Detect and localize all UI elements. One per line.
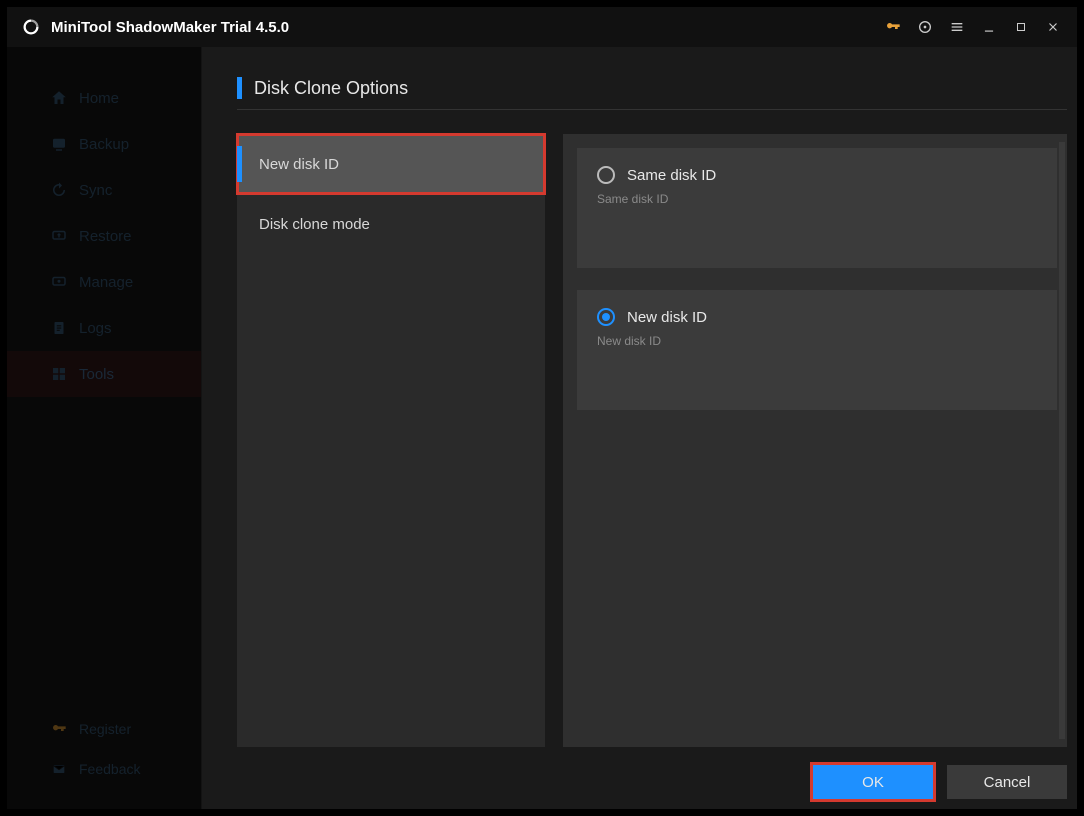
option-label: Disk clone mode xyxy=(259,216,370,233)
titlebar: MiniTool ShadowMaker Trial 4.5.0 xyxy=(7,7,1077,47)
sidebar: Home Backup Sync xyxy=(7,47,202,809)
content-area: Disk Clone Options New disk ID Disk clon… xyxy=(202,47,1077,809)
close-button[interactable] xyxy=(1037,11,1069,43)
dialog-title: Disk Clone Options xyxy=(254,78,408,99)
sidebar-item-label: Logs xyxy=(79,320,112,337)
dialog-footer: OK Cancel xyxy=(237,747,1067,799)
restore-icon xyxy=(49,226,69,246)
sidebar-bottom: Register Feedback xyxy=(7,709,201,809)
sidebar-item-tools[interactable]: Tools xyxy=(7,351,201,397)
logs-icon xyxy=(49,318,69,338)
backup-icon xyxy=(49,134,69,154)
header-accent-bar xyxy=(237,77,242,99)
disk-clone-options-dialog: Disk Clone Options New disk ID Disk clon… xyxy=(237,77,1067,799)
sync-icon xyxy=(49,180,69,200)
sidebar-item-label: Home xyxy=(79,90,119,107)
sidebar-item-label: Restore xyxy=(79,228,132,245)
option-disk-clone-mode[interactable]: Disk clone mode xyxy=(237,194,545,254)
manage-icon xyxy=(49,272,69,292)
cancel-button[interactable]: Cancel xyxy=(947,765,1067,799)
sidebar-item-backup[interactable]: Backup xyxy=(7,121,201,167)
sidebar-item-label: Tools xyxy=(79,366,114,383)
dialog-body: New disk ID Disk clone mode Sa xyxy=(237,134,1067,747)
ok-button[interactable]: OK xyxy=(813,765,933,799)
minimize-button[interactable] xyxy=(973,11,1005,43)
radio-card-same-disk-id[interactable]: Same disk ID Same disk ID xyxy=(577,148,1057,268)
sidebar-item-label: Register xyxy=(79,721,131,737)
radio-icon[interactable] xyxy=(597,166,615,184)
radio-label: Same disk ID xyxy=(627,167,716,184)
app-logo-icon xyxy=(21,17,41,37)
disk-icon[interactable] xyxy=(909,11,941,43)
radio-label: New disk ID xyxy=(627,309,707,326)
sidebar-item-register[interactable]: Register xyxy=(7,709,201,749)
radio-icon[interactable] xyxy=(597,308,615,326)
mail-icon xyxy=(49,759,69,779)
tools-icon xyxy=(49,364,69,384)
option-list: New disk ID Disk clone mode xyxy=(237,134,545,747)
key-icon xyxy=(49,719,69,739)
sidebar-item-restore[interactable]: Restore xyxy=(7,213,201,259)
option-new-disk-id[interactable]: New disk ID xyxy=(237,134,545,194)
sidebar-item-label: Feedback xyxy=(79,761,140,777)
menu-icon[interactable] xyxy=(941,11,973,43)
maximize-button[interactable] xyxy=(1005,11,1037,43)
app-title: MiniTool ShadowMaker Trial 4.5.0 xyxy=(51,19,289,36)
sidebar-item-feedback[interactable]: Feedback xyxy=(7,749,201,789)
sidebar-item-sync[interactable]: Sync xyxy=(7,167,201,213)
sidebar-item-label: Backup xyxy=(79,136,129,153)
scrollbar[interactable] xyxy=(1059,142,1065,739)
dialog-header: Disk Clone Options xyxy=(237,77,1067,110)
sidebar-item-manage[interactable]: Manage xyxy=(7,259,201,305)
sidebar-item-label: Manage xyxy=(79,274,133,291)
sidebar-item-label: Sync xyxy=(79,182,112,199)
radio-desc: Same disk ID xyxy=(597,192,1037,206)
outer-frame: MiniTool ShadowMaker Trial 4.5.0 xyxy=(0,0,1084,816)
sidebar-item-home[interactable]: Home xyxy=(7,75,201,121)
home-icon xyxy=(49,88,69,108)
key-icon[interactable] xyxy=(877,11,909,43)
radio-card-new-disk-id[interactable]: New disk ID New disk ID xyxy=(577,290,1057,410)
option-detail-panel: Same disk ID Same disk ID New disk ID Ne… xyxy=(563,134,1067,747)
sidebar-item-logs[interactable]: Logs xyxy=(7,305,201,351)
radio-desc: New disk ID xyxy=(597,334,1037,348)
option-label: New disk ID xyxy=(259,156,339,173)
app-window: MiniTool ShadowMaker Trial 4.5.0 xyxy=(7,7,1077,809)
